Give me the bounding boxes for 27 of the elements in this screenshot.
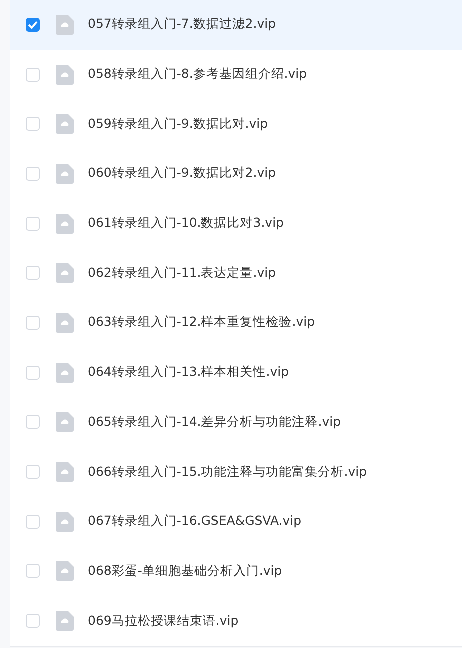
file-icon bbox=[56, 14, 74, 35]
file-name[interactable]: 060转录组入门-9.数据比对2.vip bbox=[88, 165, 276, 182]
file-name[interactable]: 069马拉松授课结束语.vip bbox=[88, 612, 239, 630]
file-name[interactable]: 063转录组入门-12.样本重复性检验.vip bbox=[88, 314, 316, 332]
file-name[interactable]: 064转录组入门-13.样本相关性.vip bbox=[88, 364, 290, 382]
file-icon bbox=[56, 611, 74, 632]
file-icon bbox=[56, 214, 74, 234]
file-name[interactable]: 057转录组入门-7.数据过滤2.vip bbox=[88, 16, 276, 34]
file-icon bbox=[56, 462, 74, 482]
file-icon bbox=[56, 362, 74, 383]
file-name[interactable]: 067转录组入门-16.GSEA&GSVA.vip bbox=[88, 513, 302, 530]
file-name[interactable]: 066转录组入门-15.功能注释与功能富集分析.vip bbox=[88, 464, 368, 481]
file-icon bbox=[56, 412, 74, 432]
file-name[interactable]: 065转录组入门-14.差异分析与功能注释.vip bbox=[88, 414, 342, 431]
checkbox[interactable] bbox=[26, 18, 40, 32]
file-name[interactable]: 058转录组入门-8.参考基因组介绍.vip bbox=[88, 66, 308, 84]
file-icon bbox=[56, 164, 74, 184]
file-name[interactable]: 061转录组入门-10.数据比对3.vip bbox=[88, 215, 284, 232]
file-name[interactable]: 059转录组入门-9.数据比对.vip bbox=[88, 116, 268, 133]
file-name[interactable]: 062转录组入门-11.表达定量.vip bbox=[88, 264, 276, 282]
file-icon bbox=[56, 263, 74, 284]
file-icon bbox=[56, 312, 74, 333]
file-name[interactable]: 068彩蛋-单细胞基础分析入门.vip bbox=[88, 562, 282, 580]
file-icon bbox=[56, 64, 74, 85]
file-icon bbox=[56, 561, 74, 582]
file-icon bbox=[56, 512, 74, 532]
file-icon bbox=[56, 114, 74, 134]
